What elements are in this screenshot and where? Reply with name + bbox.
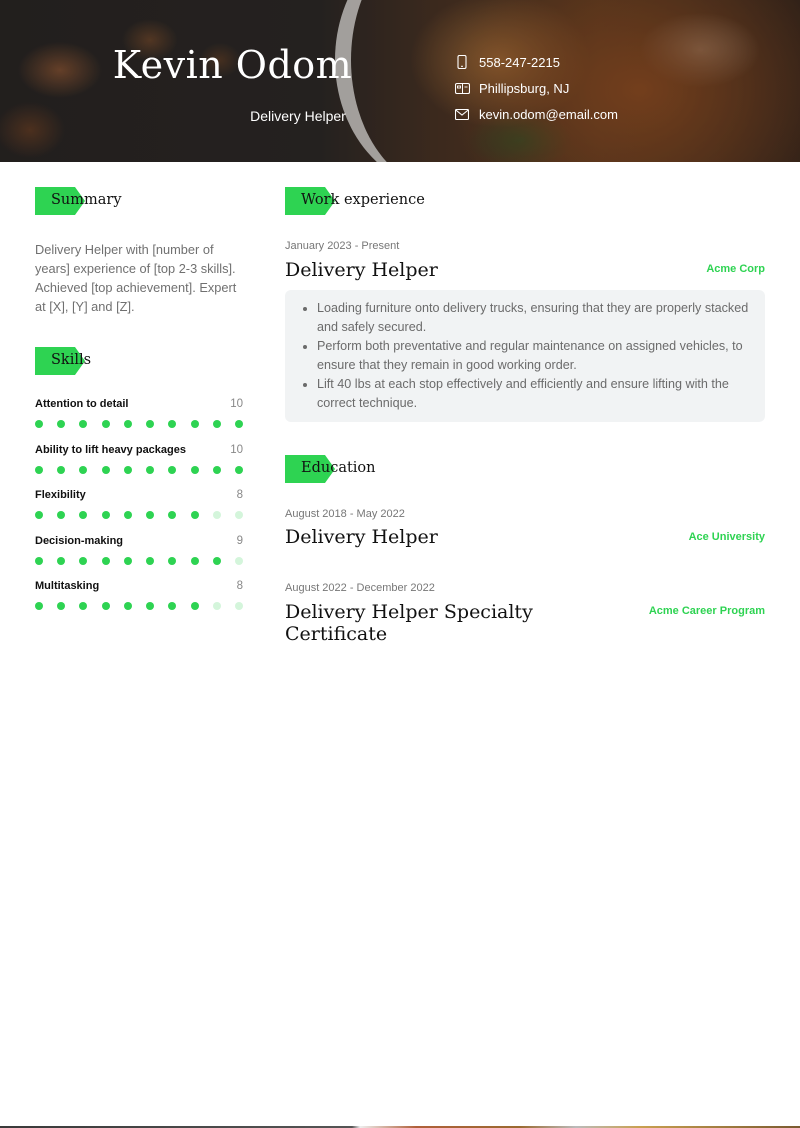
skill-name: Attention to detail	[35, 398, 129, 410]
phone-icon	[453, 54, 471, 70]
location-icon	[453, 80, 471, 96]
rating-dot-filled	[146, 511, 155, 519]
job-dates: January 2023 - Present	[285, 240, 400, 252]
rating-dot-empty	[234, 602, 243, 610]
rating-dot-filled	[79, 556, 88, 565]
rating-dot-empty	[212, 602, 221, 610]
rating-dot-filled	[101, 556, 110, 565]
skill-level: 10	[230, 443, 243, 456]
contact-location: Phillipsburg, NJ	[453, 75, 618, 101]
education-title: Delivery Helper	[285, 526, 438, 548]
rating-dot-filled	[190, 511, 199, 519]
skill-name: Flexibility	[35, 489, 86, 501]
rating-dot-filled	[57, 556, 66, 565]
rating-dot-filled	[168, 511, 177, 519]
rating-dot-filled	[168, 602, 177, 610]
email-icon	[453, 106, 471, 122]
skill-level: 9	[236, 534, 243, 547]
rating-dot-filled	[190, 465, 199, 474]
contact-email: kevin.odom@email.com	[453, 101, 618, 127]
rating-dot-filled	[234, 420, 243, 428]
rating-dot-filled	[190, 420, 199, 428]
rating-dot-filled	[57, 465, 66, 474]
rating-dot-filled	[35, 465, 43, 474]
rating-dot-filled	[146, 465, 155, 474]
rating-dot-filled	[79, 465, 88, 474]
rating-dot-empty	[212, 511, 221, 519]
rating-dot-filled	[123, 556, 132, 565]
rating-dot-filled	[234, 465, 243, 474]
candidate-name: Kevin Odom	[112, 43, 353, 87]
rating-dot-filled	[146, 556, 155, 565]
skills-list: Attention to detail 10 Ability to lift hea…	[35, 398, 243, 626]
rating-dot-filled	[146, 420, 155, 428]
rating-dot-filled	[35, 511, 43, 519]
rating-dot-filled	[79, 511, 88, 519]
job-company: Acme Corp	[706, 263, 765, 275]
job-bullets: Loading furniture onto delivery trucks, …	[285, 290, 765, 422]
rating-dot-filled	[101, 465, 110, 474]
rating-dot-filled	[57, 420, 66, 428]
education-title: Delivery Helper Specialty Certificate	[285, 601, 533, 645]
rating-dot-filled	[212, 420, 221, 428]
skill-name: Multitasking	[35, 580, 100, 592]
skill-rating-dots	[35, 602, 243, 610]
skill-rating-dots	[35, 420, 243, 428]
header-banner: Kevin Odom Delivery Helper 558-247-2215 …	[0, 0, 800, 162]
skill-item: Decision-making 9	[35, 535, 243, 581]
rating-dot-filled	[101, 420, 110, 428]
location-text: Phillipsburg, NJ	[479, 80, 570, 96]
education-dates: August 2022 - December 2022	[285, 582, 435, 594]
skill-rating-dots	[35, 556, 243, 565]
rating-dot-filled	[101, 511, 110, 519]
rating-dot-empty	[234, 556, 243, 565]
skill-item: Ability to lift heavy packages 10	[35, 444, 243, 490]
rating-dot-filled	[79, 602, 88, 610]
skill-item: Attention to detail 10	[35, 398, 243, 444]
job-bullet: Lift 40 lbs at each stop effectively and…	[317, 375, 749, 413]
rating-dot-filled	[123, 511, 132, 519]
job-bullet: Perform both preventative and regular ma…	[317, 337, 749, 375]
rating-dot-filled	[79, 420, 88, 428]
rating-dot-filled	[212, 465, 221, 474]
phone-number[interactable]: 558-247-2215	[479, 55, 560, 70]
education-school: Ace University	[688, 531, 765, 543]
summary-text: Delivery Helper with [number of years] e…	[35, 242, 237, 314]
rating-dot-filled	[212, 556, 221, 565]
candidate-title: Delivery Helper	[250, 108, 346, 124]
contact-phone: 558-247-2215	[453, 49, 618, 75]
skill-item: Flexibility 8	[35, 489, 243, 535]
rating-dot-filled	[57, 511, 66, 519]
skill-rating-dots	[35, 511, 243, 519]
rating-dot-filled	[190, 556, 199, 565]
rating-dot-empty	[234, 511, 243, 519]
rating-dot-filled	[123, 420, 132, 428]
skill-item: Multitasking 8	[35, 580, 243, 626]
rating-dot-filled	[123, 602, 132, 610]
skill-level: 8	[236, 580, 243, 592]
skill-level: 10	[230, 398, 243, 410]
rating-dot-filled	[190, 602, 199, 610]
job-title: Delivery Helper	[285, 259, 438, 281]
rating-dot-filled	[35, 602, 43, 610]
rating-dot-filled	[101, 602, 110, 610]
rating-dot-filled	[35, 556, 43, 565]
education-dates: August 2018 - May 2022	[285, 508, 405, 520]
skill-name: Decision-making	[35, 534, 124, 547]
rating-dot-filled	[168, 556, 177, 565]
rating-dot-filled	[146, 602, 155, 610]
rating-dot-filled	[168, 420, 177, 428]
rating-dot-filled	[35, 420, 43, 428]
rating-dot-filled	[168, 465, 177, 474]
job-bullet: Loading furniture onto delivery trucks, …	[317, 299, 749, 337]
contact-info: 558-247-2215 Phillipsburg, NJ kevin.odom…	[453, 49, 618, 127]
rating-dot-filled	[123, 465, 132, 474]
rating-dot-filled	[57, 602, 66, 610]
email-address[interactable]: kevin.odom@email.com	[479, 107, 618, 122]
education-school: Acme Career Program	[648, 605, 765, 617]
skill-name: Ability to lift heavy packages	[35, 443, 186, 456]
skill-rating-dots	[35, 465, 243, 474]
skill-level: 8	[236, 489, 243, 501]
